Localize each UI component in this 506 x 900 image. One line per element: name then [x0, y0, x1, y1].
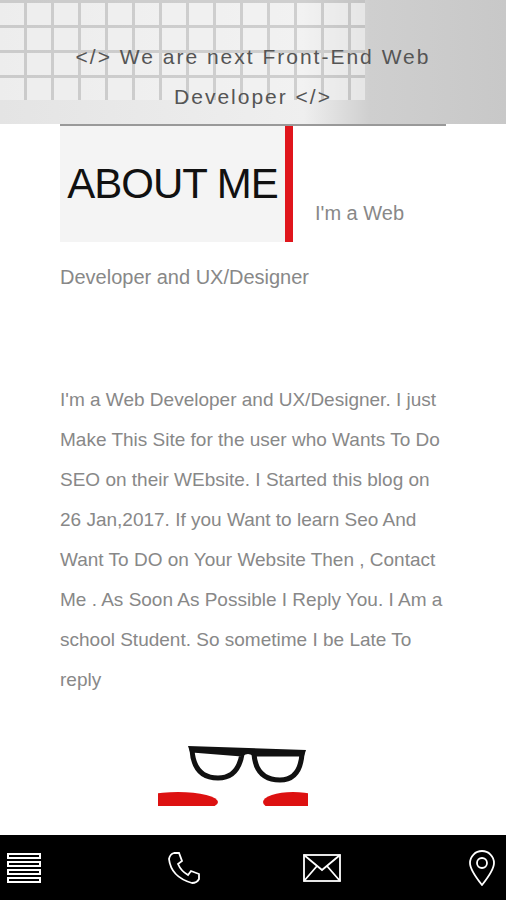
glasses-image	[158, 736, 348, 810]
phone-icon	[167, 851, 201, 885]
about-body: I'm a Web Developer and UX/Designer. I j…	[60, 380, 446, 700]
phone-button[interactable]	[144, 851, 224, 885]
glasses-icon	[158, 736, 308, 806]
location-button[interactable]	[420, 850, 500, 886]
hero-text: </> We are next Front-End Web Developer …	[0, 0, 506, 117]
mail-button[interactable]	[282, 854, 362, 882]
about-section: ABOUT ME I'm a Web Developer and UX/Desi…	[60, 124, 446, 810]
about-title: ABOUT ME	[67, 160, 278, 208]
about-title-box: ABOUT ME	[60, 126, 293, 242]
hero-banner: </> We are next Front-End Web Developer …	[0, 0, 506, 124]
page: </> We are next Front-End Web Developer …	[0, 0, 506, 900]
bottom-nav	[0, 835, 506, 900]
location-pin-icon	[468, 850, 496, 886]
menu-icon	[6, 851, 42, 885]
menu-button[interactable]	[6, 851, 86, 885]
mail-icon	[303, 854, 341, 882]
